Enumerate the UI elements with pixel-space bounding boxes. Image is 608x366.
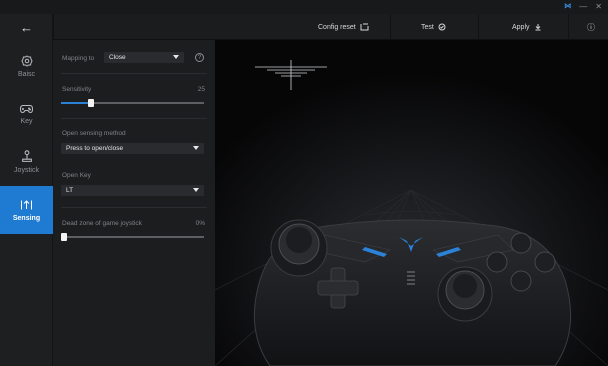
nav-item-basic[interactable]: Baisc — [0, 42, 53, 90]
chevron-down-icon — [193, 188, 199, 192]
nav-item-label: Joystick — [14, 167, 39, 174]
config-reset-button[interactable]: Config reset — [318, 14, 369, 40]
nav-item-joystick[interactable]: Joystick — [0, 138, 53, 186]
mapping-to-select[interactable]: Close — [104, 52, 184, 63]
top-toolbar: Config reset Test Apply ⓘ — [53, 14, 608, 40]
sensitivity-slider-fill — [61, 102, 92, 104]
open-method-select[interactable]: Press to open/close — [61, 143, 204, 154]
nav-item-sensing[interactable]: Sensing — [0, 186, 53, 234]
dead-zone-value: 0% — [195, 220, 205, 227]
sensitivity-slider-thumb[interactable] — [88, 99, 95, 107]
brand-icon: ⋈ — [564, 3, 572, 10]
sensitivity-label: Sensitivity — [62, 86, 92, 93]
controller-illustration — [215, 40, 608, 366]
nav-item-label: Sensing — [12, 214, 41, 222]
dead-zone-slider[interactable] — [61, 233, 204, 241]
window-controls: ⋈ — ✕ — [564, 2, 602, 12]
open-key-select[interactable]: LT — [61, 185, 204, 196]
mapping-to-value: Close — [109, 54, 126, 61]
chevron-down-icon — [193, 146, 199, 150]
open-key-value: LT — [66, 187, 74, 194]
download-icon — [535, 24, 541, 31]
test-icon — [438, 23, 446, 31]
sensing-settings-panel: Mapping to Close ? Sensitivity 25 Open s… — [53, 40, 215, 366]
reset-icon — [360, 23, 369, 31]
sensitivity-slider[interactable] — [61, 99, 204, 107]
sensitivity-value: 25 — [197, 86, 205, 93]
nav-item-key[interactable]: Key — [0, 90, 53, 138]
sensing-icon — [21, 199, 32, 209]
divider — [61, 118, 207, 119]
apply-button[interactable]: Apply — [512, 14, 542, 40]
gamepad-icon — [20, 104, 33, 113]
left-joystick — [270, 219, 328, 277]
open-key-label: Open Key — [62, 172, 91, 179]
open-method-value: Press to open/close — [66, 145, 124, 152]
dead-zone-label: Dead zone of game joystick — [62, 220, 142, 227]
apply-label: Apply — [512, 23, 530, 31]
divider — [61, 207, 207, 208]
gear-icon — [20, 54, 33, 67]
test-button[interactable]: Test — [421, 14, 446, 40]
toolbar-divider — [390, 14, 391, 40]
back-arrow-icon: ← — [20, 19, 33, 35]
help-icon[interactable]: ? — [195, 53, 204, 62]
chevron-down-icon — [173, 55, 179, 59]
mapping-to-label: Mapping to — [62, 55, 95, 62]
divider — [61, 73, 207, 74]
controller-preview — [215, 40, 608, 366]
config-reset-label: Config reset — [318, 23, 356, 31]
toolbar-divider — [568, 14, 569, 40]
close-button[interactable]: ✕ — [595, 2, 602, 12]
toolbar-divider — [478, 14, 479, 40]
dead-zone-slider-thumb[interactable] — [61, 233, 67, 241]
right-joystick — [437, 266, 493, 322]
joystick-icon — [21, 150, 32, 162]
info-button[interactable]: ⓘ — [587, 14, 595, 40]
info-icon: ⓘ — [587, 22, 595, 32]
toolbar-divider — [53, 14, 54, 40]
nav-item-label: Baisc — [17, 70, 36, 78]
back-button[interactable]: ← — [0, 14, 53, 40]
test-label: Test — [421, 23, 434, 31]
open-method-label: Open sensing method — [62, 130, 126, 137]
minimize-button[interactable]: — — [579, 2, 587, 12]
nav-item-label: Key — [20, 117, 33, 125]
title-bar: ⋈ — ✕ — [0, 0, 608, 14]
